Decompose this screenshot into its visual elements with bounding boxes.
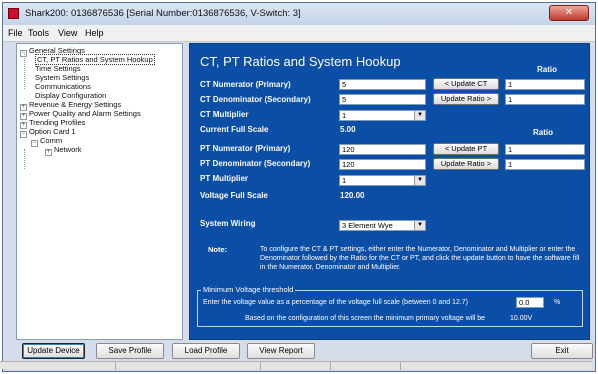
- pt-multiplier-select[interactable]: 1 ▼: [339, 175, 426, 186]
- minimum-voltage-info: Based on the configuration of this scree…: [245, 315, 486, 322]
- status-divider: [115, 362, 116, 370]
- status-divider: [260, 362, 261, 370]
- tree-item-label: Network: [54, 145, 82, 154]
- ct-numerator-label: CT Numerator (Primary): [200, 80, 291, 89]
- tree-item-time-settings[interactable]: Time Settings: [35, 64, 81, 73]
- tree-item-label: Power Quality and Alarm Settings: [29, 109, 141, 118]
- update-ct-ratio-button[interactable]: Update Ratio >: [433, 93, 499, 105]
- tree-guide-line: [24, 149, 25, 169]
- update-ct-button[interactable]: < Update CT: [433, 78, 499, 90]
- update-device-button[interactable]: Update Device: [22, 343, 85, 359]
- ct-numerator-input[interactable]: 5: [339, 79, 426, 90]
- status-divider: [400, 362, 401, 370]
- chevron-down-icon[interactable]: ▼: [414, 111, 425, 120]
- menu-tools[interactable]: Tools: [28, 28, 49, 38]
- tree-item-network[interactable]: + Network: [45, 145, 82, 156]
- tree-item-label: System Settings: [35, 73, 90, 82]
- voltage-full-scale-value: 120.00: [340, 191, 365, 200]
- window-title: Shark200: 0136876536 [Serial Number:0136…: [25, 8, 301, 19]
- panel-title: CT, PT Ratios and System Hookup: [200, 54, 401, 69]
- expand-icon[interactable]: +: [45, 149, 52, 156]
- load-profile-button[interactable]: Load Profile: [172, 343, 240, 359]
- pt-ratio-header: Ratio: [533, 128, 553, 137]
- minimum-voltage-computed: 10.00V: [510, 315, 533, 322]
- tree-guide-line: [24, 54, 25, 89]
- update-pt-button[interactable]: < Update PT: [433, 143, 499, 155]
- ct-multiplier-value: 1: [342, 111, 347, 120]
- bottom-button-bar: Update Device Save Profile Load Profile …: [0, 343, 593, 360]
- tree-item-label: Comm: [40, 136, 63, 145]
- minimum-voltage-input[interactable]: 0.0: [516, 297, 544, 308]
- system-wiring-value: 3 Element Wye: [342, 221, 393, 230]
- tree-item-ct-pt-ratios[interactable]: CT, PT Ratios and System Hookup: [35, 54, 155, 65]
- tree-item-label: Communications: [35, 82, 91, 91]
- collapse-icon[interactable]: −: [20, 131, 27, 138]
- voltage-full-scale-label: Voltage Full Scale: [200, 191, 268, 200]
- tree-item-system-settings[interactable]: System Settings: [35, 73, 89, 82]
- pt-denominator-label: PT Denominator (Secondary): [200, 159, 311, 168]
- pt-multiplier-value: 1: [342, 176, 347, 185]
- tree-item-label: Revenue & Energy Settings: [29, 100, 122, 109]
- ct-multiplier-label: CT Multiplier: [200, 110, 249, 119]
- menu-bar: File Tools View Help: [3, 25, 595, 42]
- pt-ratio-bottom-input[interactable]: 1: [505, 159, 585, 170]
- ct-multiplier-select[interactable]: 1 ▼: [339, 110, 426, 121]
- ct-pt-settings-panel: CT, PT Ratios and System Hookup Ratio CT…: [189, 43, 590, 340]
- tree-item-communications[interactable]: Communications: [35, 82, 91, 91]
- percent-unit: %: [554, 299, 561, 306]
- system-wiring-select[interactable]: 3 Element Wye ▼: [339, 220, 426, 231]
- ct-ratio-bottom-input[interactable]: 1: [505, 94, 585, 105]
- collapse-icon[interactable]: −: [20, 50, 27, 57]
- close-button[interactable]: ✕: [549, 5, 589, 21]
- ct-denominator-label: CT Denominator (Secondary): [200, 95, 311, 104]
- status-bar: [0, 361, 592, 370]
- tree-item-label: Time Settings: [35, 64, 81, 73]
- current-full-scale-label: Current Full Scale: [200, 125, 269, 134]
- collapse-icon[interactable]: −: [31, 140, 38, 147]
- status-divider: [330, 362, 331, 370]
- update-pt-ratio-button[interactable]: Update Ratio >: [433, 158, 499, 170]
- minimum-voltage-prompt: Enter the voltage value as a percentage …: [203, 299, 469, 306]
- chevron-down-icon[interactable]: ▼: [414, 221, 425, 230]
- ct-denominator-input[interactable]: 5: [339, 94, 426, 105]
- minimum-voltage-groupbox: Minimum Voltage threshold Enter the volt…: [197, 285, 583, 327]
- exit-button[interactable]: Exit: [531, 343, 593, 359]
- save-profile-button[interactable]: Save Profile: [96, 343, 164, 359]
- view-report-button[interactable]: View Report: [247, 343, 315, 359]
- menu-view[interactable]: View: [58, 28, 77, 38]
- tree-item-display-configuration[interactable]: Display Configuration: [35, 91, 106, 100]
- tree-item-label: Option Card 1: [29, 127, 76, 136]
- app-icon: [8, 8, 19, 19]
- pt-ratio-top-input[interactable]: 1: [505, 144, 585, 155]
- minimum-voltage-title: Minimum Voltage threshold: [201, 285, 296, 294]
- chevron-down-icon[interactable]: ▼: [414, 176, 425, 185]
- settings-tree: − General Settings CT, PT Ratios and Syst…: [16, 43, 183, 340]
- pt-numerator-input[interactable]: 120: [339, 144, 426, 155]
- menu-file[interactable]: File: [8, 28, 23, 38]
- tree-item-label: Display Configuration: [35, 91, 107, 100]
- ct-ratio-top-input[interactable]: 1: [505, 79, 585, 90]
- ct-ratio-header: Ratio: [537, 65, 557, 74]
- system-wiring-label: System Wiring: [200, 219, 256, 228]
- current-full-scale-value: 5.00: [340, 125, 356, 134]
- title-bar: Shark200: 0136876536 [Serial Number:0136…: [3, 3, 595, 25]
- pt-denominator-input[interactable]: 120: [339, 159, 426, 170]
- pt-multiplier-label: PT Multiplier: [200, 174, 248, 183]
- note-label: Note:: [208, 245, 228, 254]
- pt-numerator-label: PT Numerator (Primary): [200, 144, 291, 153]
- note-text: To configure the CT & PT settings, eithe…: [260, 246, 580, 271]
- tree-item-label: Trending Profiles: [29, 118, 86, 127]
- menu-help[interactable]: Help: [85, 28, 104, 38]
